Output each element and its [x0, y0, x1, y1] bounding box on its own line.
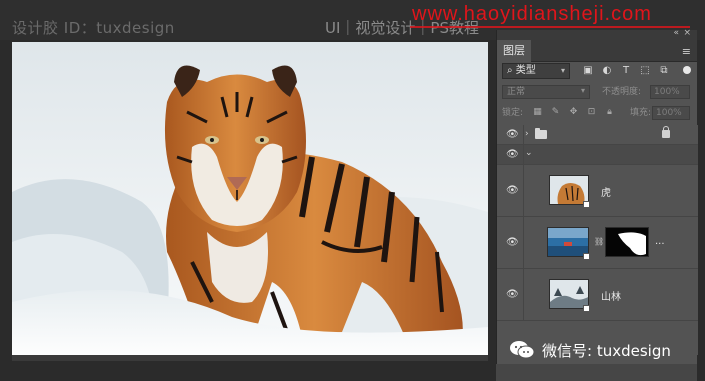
panel-bottom-bar — [496, 364, 697, 381]
smart-object-badge-icon — [583, 305, 590, 312]
opacity-field[interactable]: 100% — [650, 85, 690, 99]
layer-row-group[interactable]: 👁︎ › — [497, 125, 698, 145]
blend-row: 正常 ▾ 不透明度: 100% — [502, 85, 693, 99]
chevron-down-icon: ▾ — [580, 86, 585, 95]
wechat-id-text: 微信号: tuxdesign — [542, 342, 671, 360]
layers-panel: « × 图层 ≡ ⌕ 类型 ▾ ▣ ◐ T ⬚ ⧉ 正常 ▾ 不透明度: 100… — [496, 28, 698, 381]
layer-row-masked[interactable]: 👁︎ ⛓︎ ... — [497, 217, 698, 269]
lock-icon — [662, 126, 670, 138]
smart-object-filter-icon[interactable]: ⧉ — [658, 65, 670, 76]
smart-object-badge-icon — [583, 253, 590, 260]
kind-filter-label: 类型 — [515, 65, 536, 76]
lock-label: 锁定: — [502, 108, 524, 118]
tiger-in-snow-image — [12, 65, 488, 361]
search-icon: ⌕ — [507, 65, 513, 76]
wechat-icon — [510, 341, 535, 359]
lock-artboard-icon[interactable]: ⊡ — [586, 107, 597, 118]
filter-toggle-icon[interactable] — [683, 66, 691, 74]
layer-name[interactable]: 山林 — [601, 288, 621, 303]
mask-link-icon[interactable]: ⛓︎ — [594, 237, 604, 246]
layer-name[interactable]: ... — [655, 236, 665, 247]
layer-filter-row: ⌕ 类型 ▾ ▣ ◐ T ⬚ ⧉ — [502, 63, 693, 79]
layer-mask-thumbnail[interactable] — [605, 227, 649, 257]
adjustment-filter-icon[interactable]: ◐ — [601, 65, 613, 76]
lock-row: 锁定: ▦ ✎ ✥ ⊡ 🔒︎ 填充: 100% — [502, 106, 693, 120]
chevron-right-icon[interactable]: › — [525, 129, 529, 139]
eye-icon[interactable]: 👁︎ — [506, 290, 519, 300]
chevron-down-icon[interactable]: ⌄ — [525, 148, 533, 158]
layers-list: 👁︎ › 👁︎ ⌄ 👁︎ 虎 👁︎ ⛓︎ ... 👁︎ 山林 — [497, 125, 698, 355]
watermark-url-underline — [410, 26, 690, 28]
type-filter-icon[interactable]: T — [620, 65, 632, 76]
layer-name[interactable]: 虎 — [601, 184, 611, 199]
blend-mode-select[interactable]: 正常 ▾ — [502, 85, 590, 99]
lock-transparency-icon[interactable]: ▦ — [532, 107, 543, 118]
folder-icon — [535, 128, 547, 139]
kind-filter-select[interactable]: ⌕ 类型 ▾ — [502, 63, 570, 79]
fill-label: 填充: — [630, 108, 652, 118]
eye-icon[interactable]: 👁︎ — [506, 130, 519, 140]
layer-row-tiger[interactable]: 👁︎ 虎 — [497, 165, 698, 217]
pixel-filter-icon[interactable]: ▣ — [582, 65, 594, 76]
document-canvas[interactable] — [12, 42, 488, 361]
canvas-bottom-strip — [12, 355, 488, 361]
watermark-author: 设计胶 ID：tuxdesign — [12, 19, 175, 37]
tab-layers[interactable]: 图层 — [497, 40, 531, 62]
eye-icon[interactable]: 👁︎ — [506, 238, 519, 248]
panel-top-bar: « × — [497, 28, 697, 40]
panel-tab-bar: 图层 ≡ — [497, 40, 697, 62]
lock-image-icon[interactable]: ✎ — [550, 107, 561, 118]
eye-icon[interactable]: 👁︎ — [506, 150, 519, 160]
opacity-label: 不透明度: — [602, 87, 642, 97]
fill-field[interactable]: 100% — [652, 106, 690, 120]
chevron-down-icon: ▾ — [560, 66, 565, 75]
lock-position-icon[interactable]: ✥ — [568, 107, 579, 118]
layer-row-subgroup[interactable]: 👁︎ ⌄ — [497, 145, 698, 165]
close-panel-icon[interactable]: × — [683, 28, 691, 38]
smart-object-badge-icon — [583, 201, 590, 208]
watermark-url: www.haoyidiansheji.com — [412, 3, 652, 25]
collapse-panel-icon[interactable]: « — [673, 28, 679, 38]
layer-row-forest[interactable]: 👁︎ 山林 — [497, 269, 698, 321]
blend-mode-value: 正常 — [507, 87, 526, 97]
mask-shape — [606, 228, 648, 256]
shape-filter-icon[interactable]: ⬚ — [639, 65, 651, 76]
eye-icon[interactable]: 👁︎ — [506, 186, 519, 196]
lock-all-icon[interactable]: 🔒︎ — [604, 107, 615, 118]
panel-menu-icon[interactable]: ≡ — [682, 45, 691, 58]
